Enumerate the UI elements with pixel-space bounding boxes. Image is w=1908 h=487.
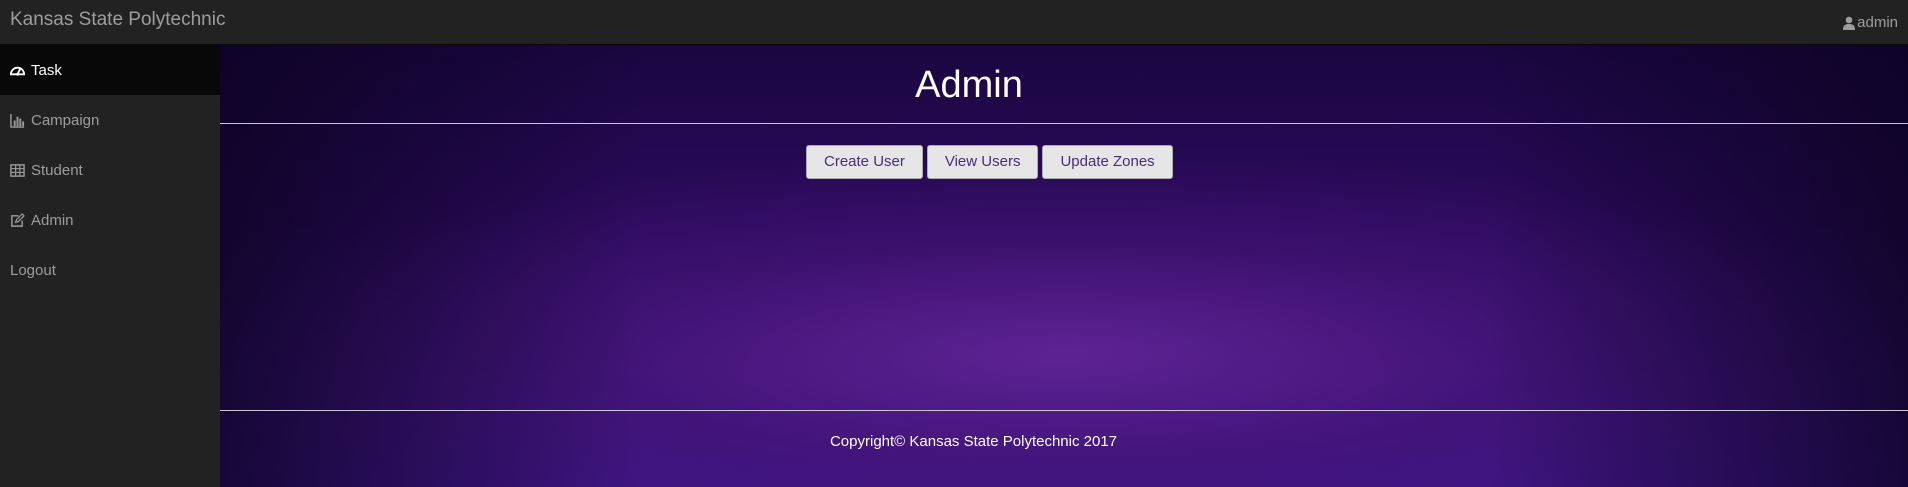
footer-divider [220,410,1908,411]
sidebar-item-label: Logout [10,261,56,279]
sidebar-item-label: Student [31,161,83,179]
update-zones-button[interactable]: Update Zones [1042,145,1173,179]
user-icon [1843,16,1856,30]
edit-icon [11,212,25,227]
brand-title[interactable]: Kansas State Polytechnic [10,0,225,45]
sidebar-item-label: Admin [31,211,74,229]
bar-chart-icon [10,113,25,128]
sidebar-item-label: Task [31,61,62,79]
sidebar-item-task[interactable]: Task [0,45,220,95]
sidebar-item-label: Campaign [31,111,100,129]
top-navbar: Kansas State Polytechnic admin [0,0,1908,45]
sidebar-item-student[interactable]: Student [0,145,220,195]
sidebar-item-logout[interactable]: Logout [0,245,220,295]
top-divider [220,123,1908,124]
view-users-button[interactable]: View Users [926,145,1039,179]
admin-actions: Create User View Users Update Zones [806,145,1173,179]
dashboard-icon [10,66,25,76]
create-user-button[interactable]: Create User [806,145,923,179]
user-name: admin [1857,13,1898,31]
sidebar-item-admin[interactable]: Admin [0,195,220,245]
page-title: Admin [915,64,1023,106]
footer-copyright: Copyright© Kansas State Polytechnic 2017 [829,433,1118,450]
sidebar: Task Campaign Student Admin Logout [0,45,220,487]
main-content: Admin Create User View Users Update Zone… [220,45,1908,487]
table-icon [10,163,25,177]
sidebar-item-campaign[interactable]: Campaign [0,95,220,145]
user-menu[interactable]: admin [1843,0,1898,45]
